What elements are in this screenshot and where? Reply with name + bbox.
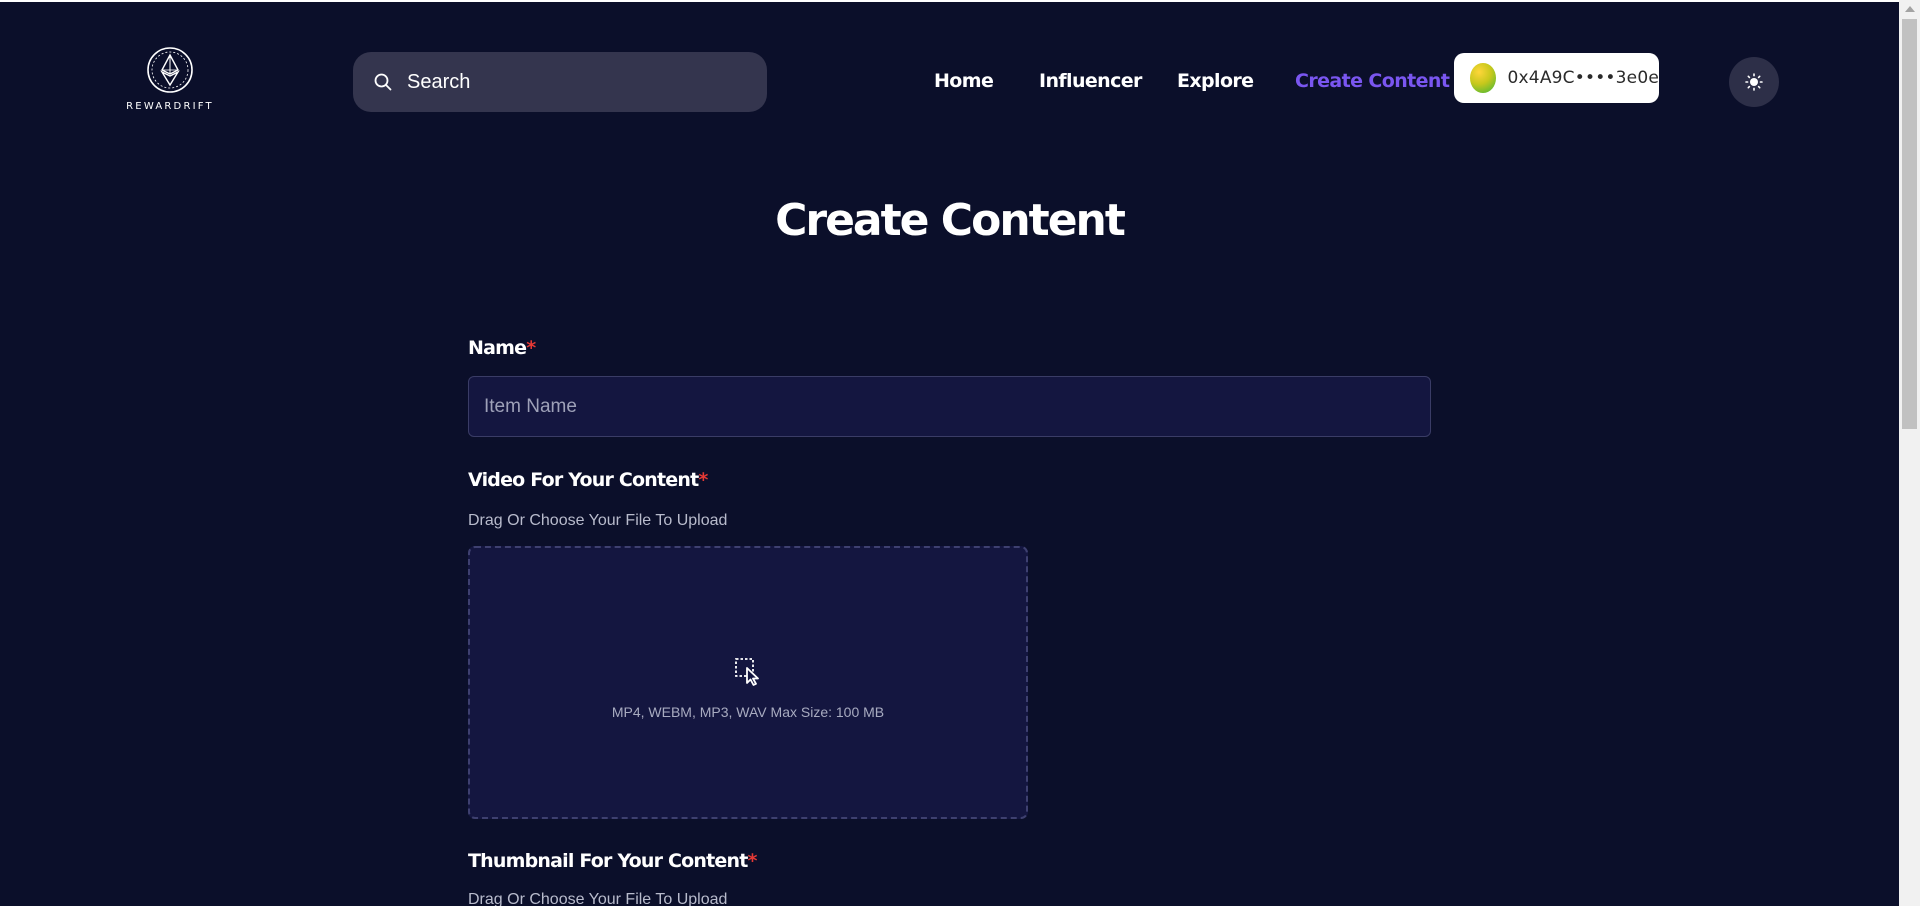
nav-home[interactable]: Home: [934, 70, 994, 92]
upload-select-icon: [735, 657, 759, 686]
video-label-text: Video For Your Content: [468, 469, 699, 491]
nav-explore[interactable]: Explore: [1177, 70, 1254, 92]
brand-name: REWARDRIFT: [126, 101, 214, 112]
dropzone-text: MP4, WEBM, MP3, WAV Max Size: 100 MB: [611, 703, 885, 720]
video-label: Video For Your Content*: [468, 469, 708, 491]
theme-toggle-button[interactable]: [1729, 57, 1779, 107]
search-bar[interactable]: [353, 52, 767, 112]
search-icon: [374, 73, 392, 91]
page: REWARDRIFT Home Influencer Explore Creat…: [0, 0, 1920, 906]
item-name-input[interactable]: [468, 376, 1431, 437]
required-mark: *: [698, 469, 708, 491]
sun-icon: [1745, 73, 1763, 91]
nav-create-content[interactable]: Create Content: [1295, 70, 1450, 92]
wallet-address: 0x4A9C••••3e0e: [1507, 68, 1659, 88]
wallet-button[interactable]: 0x4A9C••••3e0e: [1454, 53, 1659, 103]
top-border: [0, 0, 1920, 2]
nav-influencer[interactable]: Influencer: [1039, 70, 1142, 92]
video-dropzone[interactable]: MP4, WEBM, MP3, WAV Max Size: 100 MB: [468, 546, 1028, 819]
name-label: Name*: [468, 337, 536, 359]
name-label-text: Name: [468, 337, 527, 359]
ethereum-logo-icon: [147, 47, 193, 93]
required-mark: *: [747, 850, 758, 872]
thumbnail-label-text: Thumbnail For Your Content: [468, 850, 748, 872]
scroll-up-arrow-icon[interactable]: [1905, 6, 1915, 12]
wallet-avatar: [1470, 63, 1496, 93]
page-title: Create Content: [775, 195, 1126, 246]
search-input[interactable]: [405, 69, 725, 95]
scroll-thumb[interactable]: [1902, 19, 1917, 429]
required-mark: *: [526, 337, 536, 359]
brand-logo[interactable]: REWARDRIFT: [126, 46, 212, 116]
video-hint: Drag Or Choose Your File To Upload: [468, 512, 728, 529]
thumbnail-hint: Drag Or Choose Your File To Upload: [468, 891, 728, 906]
thumbnail-label: Thumbnail For Your Content*: [468, 850, 757, 872]
page-scrollbar[interactable]: [1899, 0, 1920, 906]
